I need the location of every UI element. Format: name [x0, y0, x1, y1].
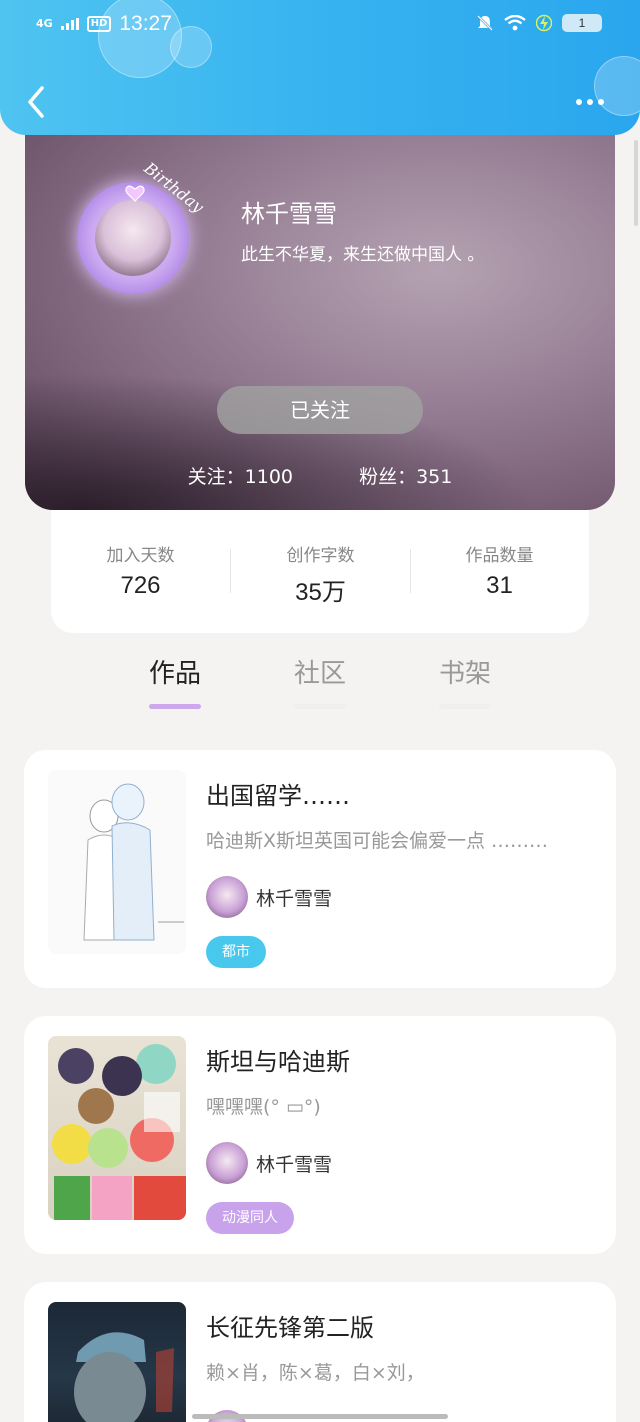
work-title: 长征先锋第二版: [206, 1314, 374, 1342]
tab-indicator: [294, 704, 346, 709]
charging-icon: [536, 14, 552, 32]
mute-bell-icon: [477, 15, 493, 31]
work-description: 赖×肖，陈×葛，白×刘，: [206, 1362, 425, 1384]
stat-label: 创作字数: [286, 546, 355, 566]
work-description: 哈迪斯X斯坦英国可能会偏爱一点 ………: [206, 830, 549, 852]
cover-illustration: [74, 1332, 174, 1422]
stat-value: 35万: [295, 579, 346, 606]
tab-label: 书架: [438, 659, 491, 689]
avatar-image: [95, 200, 171, 276]
scrollbar[interactable]: [634, 140, 638, 226]
more-dot-icon: [598, 99, 604, 105]
author-name: 林千雪雪: [256, 887, 333, 910]
stat-word-count: 创作字数 35万: [231, 541, 410, 607]
header-bar: 4G HD 13:27 1: [0, 0, 640, 135]
work-author[interactable]: 林千雪雪: [206, 876, 332, 918]
battery-indicator: 1: [562, 14, 602, 32]
work-card[interactable]: 斯坦与哈迪斯 嘿嘿嘿(° ▭°) 林千雪雪 动漫同人: [24, 1016, 616, 1254]
tab-bookshelf[interactable]: 书架: [410, 653, 520, 709]
author-name: 林千雪雪: [256, 1153, 333, 1176]
more-dot-icon: [576, 99, 582, 105]
user-name: 林千雪雪: [241, 200, 337, 228]
work-tag[interactable]: 动漫同人: [206, 1202, 294, 1234]
work-description: 嘿嘿嘿(° ▭°): [206, 1096, 321, 1118]
work-author[interactable]: 林千雪雪: [206, 1142, 332, 1184]
profile-banner: Birthday 林千雪雪 此生不华夏，来生还做中国人 。 已关注 关注：110…: [25, 110, 615, 510]
network-type: 4G: [36, 17, 53, 30]
more-options-button[interactable]: [576, 92, 612, 112]
follow-counts: 关注：1100 粉丝：351: [25, 462, 615, 489]
stat-join-days: 加入天数 726: [51, 541, 230, 600]
author-avatar: [206, 1142, 248, 1184]
tab-indicator: [439, 704, 491, 709]
following-count[interactable]: 关注：1100: [188, 466, 293, 488]
heart-icon: [125, 185, 145, 202]
work-cover-image: [48, 770, 186, 954]
avatar[interactable]: Birthday: [69, 158, 207, 300]
status-time: 13:27: [119, 12, 172, 35]
follow-button[interactable]: 已关注: [217, 386, 423, 434]
work-title: 斯坦与哈迪斯: [206, 1048, 350, 1076]
stat-label: 作品数量: [465, 546, 534, 566]
author-avatar: [206, 876, 248, 918]
home-indicator[interactable]: [192, 1414, 448, 1419]
work-cover-image: [48, 1036, 186, 1220]
stats-card: 加入天数 726 创作字数 35万 作品数量 31: [51, 505, 589, 633]
tab-label: 社区: [293, 659, 346, 689]
tab-works[interactable]: 作品: [120, 653, 230, 709]
signal-icon: [60, 18, 79, 30]
chevron-left-icon: [28, 86, 44, 118]
work-title: 出国留学……: [206, 782, 350, 810]
work-card[interactable]: 长征先锋第二版 赖×肖，陈×葛，白×刘，: [24, 1282, 616, 1422]
stat-works-count: 作品数量 31: [410, 541, 589, 600]
wifi-icon: [504, 15, 526, 31]
stat-value: 31: [486, 572, 513, 599]
profile-tabs: 作品 社区 书架: [0, 645, 640, 715]
tab-indicator: [149, 704, 201, 709]
work-card[interactable]: 出国留学…… 哈迪斯X斯坦英国可能会偏爱一点 ……… 林千雪雪 都市: [24, 750, 616, 988]
cover-illustration: [83, 783, 184, 941]
work-cover-image: [48, 1302, 186, 1422]
more-dot-icon: [587, 99, 593, 105]
cover-illustration: [52, 1044, 186, 1220]
status-bar: 4G HD 13:27 1: [0, 0, 640, 50]
back-button[interactable]: [22, 82, 52, 122]
work-tag[interactable]: 都市: [206, 936, 266, 968]
tab-label: 作品: [148, 659, 201, 689]
hd-badge: HD: [86, 16, 112, 32]
tab-community[interactable]: 社区: [265, 653, 375, 709]
followers-count[interactable]: 粉丝：351: [359, 466, 452, 488]
user-bio: 此生不华夏，来生还做中国人 。: [241, 245, 485, 265]
stat-value: 726: [120, 572, 161, 599]
stat-label: 加入天数: [106, 546, 175, 566]
